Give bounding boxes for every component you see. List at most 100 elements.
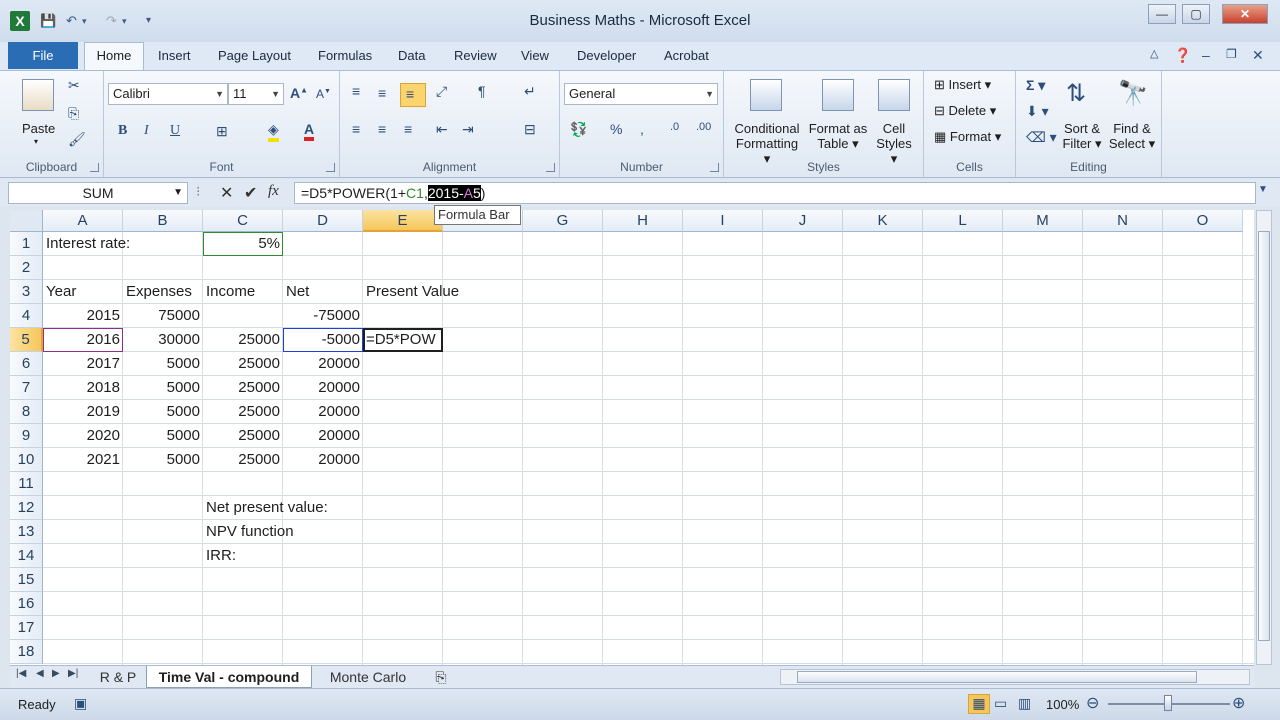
macro-record-icon[interactable]: ▣ — [74, 695, 87, 712]
currency-icon[interactable]: 💱 — [570, 121, 587, 138]
worksheet-grid[interactable]: ABCDEFGHIJKLMNO1234567891011121314151617… — [10, 210, 1254, 665]
row-header-4[interactable]: 4 — [10, 304, 43, 328]
sort-filter-button[interactable]: Sort & Filter ▾ — [1060, 121, 1104, 152]
workbook-restore-icon[interactable]: ❐ — [1226, 47, 1237, 61]
column-header-e[interactable]: E — [363, 210, 443, 232]
chevron-down-icon[interactable]: ▼ — [173, 183, 183, 203]
row-header-9[interactable]: 9 — [10, 424, 43, 448]
cell-c12[interactable]: Net present value: — [203, 496, 328, 520]
cell-c13[interactable]: NPV function — [203, 520, 294, 544]
zoom-in-icon[interactable]: ⊕ — [1232, 693, 1245, 713]
number-format-dropdown[interactable]: General ▼ — [564, 83, 718, 105]
align-top-icon[interactable]: ≡ — [352, 83, 360, 99]
cell-a3[interactable]: Year — [43, 280, 123, 304]
tab-view[interactable]: View — [521, 48, 549, 63]
cell-d6[interactable]: 20000 — [283, 352, 363, 376]
comma-icon[interactable]: , — [640, 121, 644, 137]
page-layout-view-icon[interactable]: ▭ — [994, 695, 1007, 712]
cell-b8[interactable]: 5000 — [123, 400, 203, 424]
font-color-icon[interactable]: A — [304, 121, 315, 141]
align-center-icon[interactable]: ≡ — [378, 121, 386, 137]
zoom-slider-thumb[interactable] — [1164, 695, 1172, 711]
cell-d3[interactable]: Net — [283, 280, 363, 304]
grow-font-icon[interactable]: A▲ — [290, 85, 308, 101]
tab-acrobat[interactable]: Acrobat — [664, 48, 709, 63]
format-as-table-button[interactable]: Format as Table ▾ — [806, 121, 870, 152]
cell-d8[interactable]: 20000 — [283, 400, 363, 424]
cell-d7[interactable]: 20000 — [283, 376, 363, 400]
increase-indent-icon[interactable]: ⇥ — [462, 121, 474, 138]
cell-c9[interactable]: 25000 — [203, 424, 283, 448]
row-header-11[interactable]: 11 — [10, 472, 43, 496]
clear-icon[interactable]: ⌫ ▾ — [1026, 129, 1057, 146]
cell-c6[interactable]: 25000 — [203, 352, 283, 376]
italic-icon[interactable]: I — [144, 123, 149, 139]
prev-sheet-icon[interactable]: ◀ — [36, 668, 44, 679]
cell-c3[interactable]: Income — [203, 280, 283, 304]
cell-a10[interactable]: 2021 — [43, 448, 123, 472]
last-sheet-icon[interactable]: ▶| — [68, 668, 78, 679]
text-direction-icon[interactable]: ¶ — [478, 83, 486, 99]
tab-formulas[interactable]: Formulas — [318, 48, 372, 63]
bold-icon[interactable]: B — [118, 123, 127, 139]
decrease-indent-icon[interactable]: ⇤ — [436, 121, 448, 138]
sort-filter-icon[interactable]: ⇅ — [1066, 79, 1086, 108]
row-header-10[interactable]: 10 — [10, 448, 43, 472]
horizontal-scrollbar[interactable] — [780, 669, 1250, 685]
borders-icon[interactable]: ⊞ — [216, 123, 228, 140]
row-header-6[interactable]: 6 — [10, 352, 43, 376]
cell-a4[interactable]: 2015 — [43, 304, 123, 328]
column-header-d[interactable]: D — [283, 210, 363, 232]
column-header-o[interactable]: O — [1163, 210, 1243, 232]
cell-b4[interactable]: 75000 — [123, 304, 203, 328]
find-select-button[interactable]: Find & Select ▾ — [1108, 121, 1156, 152]
cancel-entry-icon[interactable]: ✕ — [220, 183, 233, 203]
cell-d5[interactable]: -5000 — [283, 328, 363, 352]
align-bottom-icon[interactable]: ≡ — [406, 86, 414, 102]
tab-insert[interactable]: Insert — [158, 48, 191, 63]
cell-e5[interactable]: =D5*POW — [363, 328, 443, 352]
paste-icon[interactable] — [22, 79, 54, 111]
autosum-icon[interactable]: Σ ▾ — [1026, 77, 1045, 94]
row-header-5[interactable]: 5 — [10, 328, 43, 352]
cell-e3[interactable]: Present Value — [363, 280, 459, 304]
cell-b3[interactable]: Expenses — [123, 280, 203, 304]
row-header-17[interactable]: 17 — [10, 616, 43, 640]
insert-sheet-icon[interactable]: ⎘ — [424, 666, 458, 688]
normal-view-icon[interactable]: ▦ — [968, 694, 990, 714]
cell-c10[interactable]: 25000 — [203, 448, 283, 472]
cell-d10[interactable]: 20000 — [283, 448, 363, 472]
cell-d9[interactable]: 20000 — [283, 424, 363, 448]
tab-data[interactable]: Data — [398, 48, 425, 63]
cell-d4[interactable]: -75000 — [283, 304, 363, 328]
insert-function-icon[interactable]: fx — [268, 183, 279, 200]
find-select-icon[interactable]: 🔭 — [1118, 79, 1148, 108]
column-header-k[interactable]: K — [843, 210, 923, 232]
cell-a7[interactable]: 2018 — [43, 376, 123, 400]
page-break-view-icon[interactable]: ▥ — [1018, 695, 1031, 712]
next-sheet-icon[interactable]: ▶ — [52, 668, 60, 679]
zoom-level[interactable]: 100% — [1046, 697, 1079, 712]
font-launcher-icon[interactable] — [326, 163, 335, 172]
cell-c14[interactable]: IRR: — [203, 544, 283, 568]
cell-b6[interactable]: 5000 — [123, 352, 203, 376]
row-header-2[interactable]: 2 — [10, 256, 43, 280]
minimize-button[interactable]: — — [1148, 4, 1176, 24]
column-header-m[interactable]: M — [1003, 210, 1083, 232]
column-header-b[interactable]: B — [123, 210, 203, 232]
alignment-launcher-icon[interactable] — [546, 163, 555, 172]
cut-icon[interactable]: ✂ — [68, 77, 80, 94]
column-header-n[interactable]: N — [1083, 210, 1163, 232]
delete-cells-button[interactable]: ⊟ Delete ▾ — [934, 103, 996, 119]
column-header-h[interactable]: H — [603, 210, 683, 232]
workbook-minimize-icon[interactable]: – — [1202, 47, 1210, 63]
row-header-8[interactable]: 8 — [10, 400, 43, 424]
copy-icon[interactable]: ⎘ — [68, 105, 79, 122]
paste-button[interactable]: Paste — [22, 121, 55, 136]
font-name-dropdown[interactable]: Calibri ▼ — [108, 83, 228, 105]
maximize-button[interactable]: ▢ — [1182, 4, 1210, 24]
shrink-font-icon[interactable]: A▼ — [316, 87, 331, 101]
cell-a6[interactable]: 2017 — [43, 352, 123, 376]
cell-b7[interactable]: 5000 — [123, 376, 203, 400]
row-header-15[interactable]: 15 — [10, 568, 43, 592]
